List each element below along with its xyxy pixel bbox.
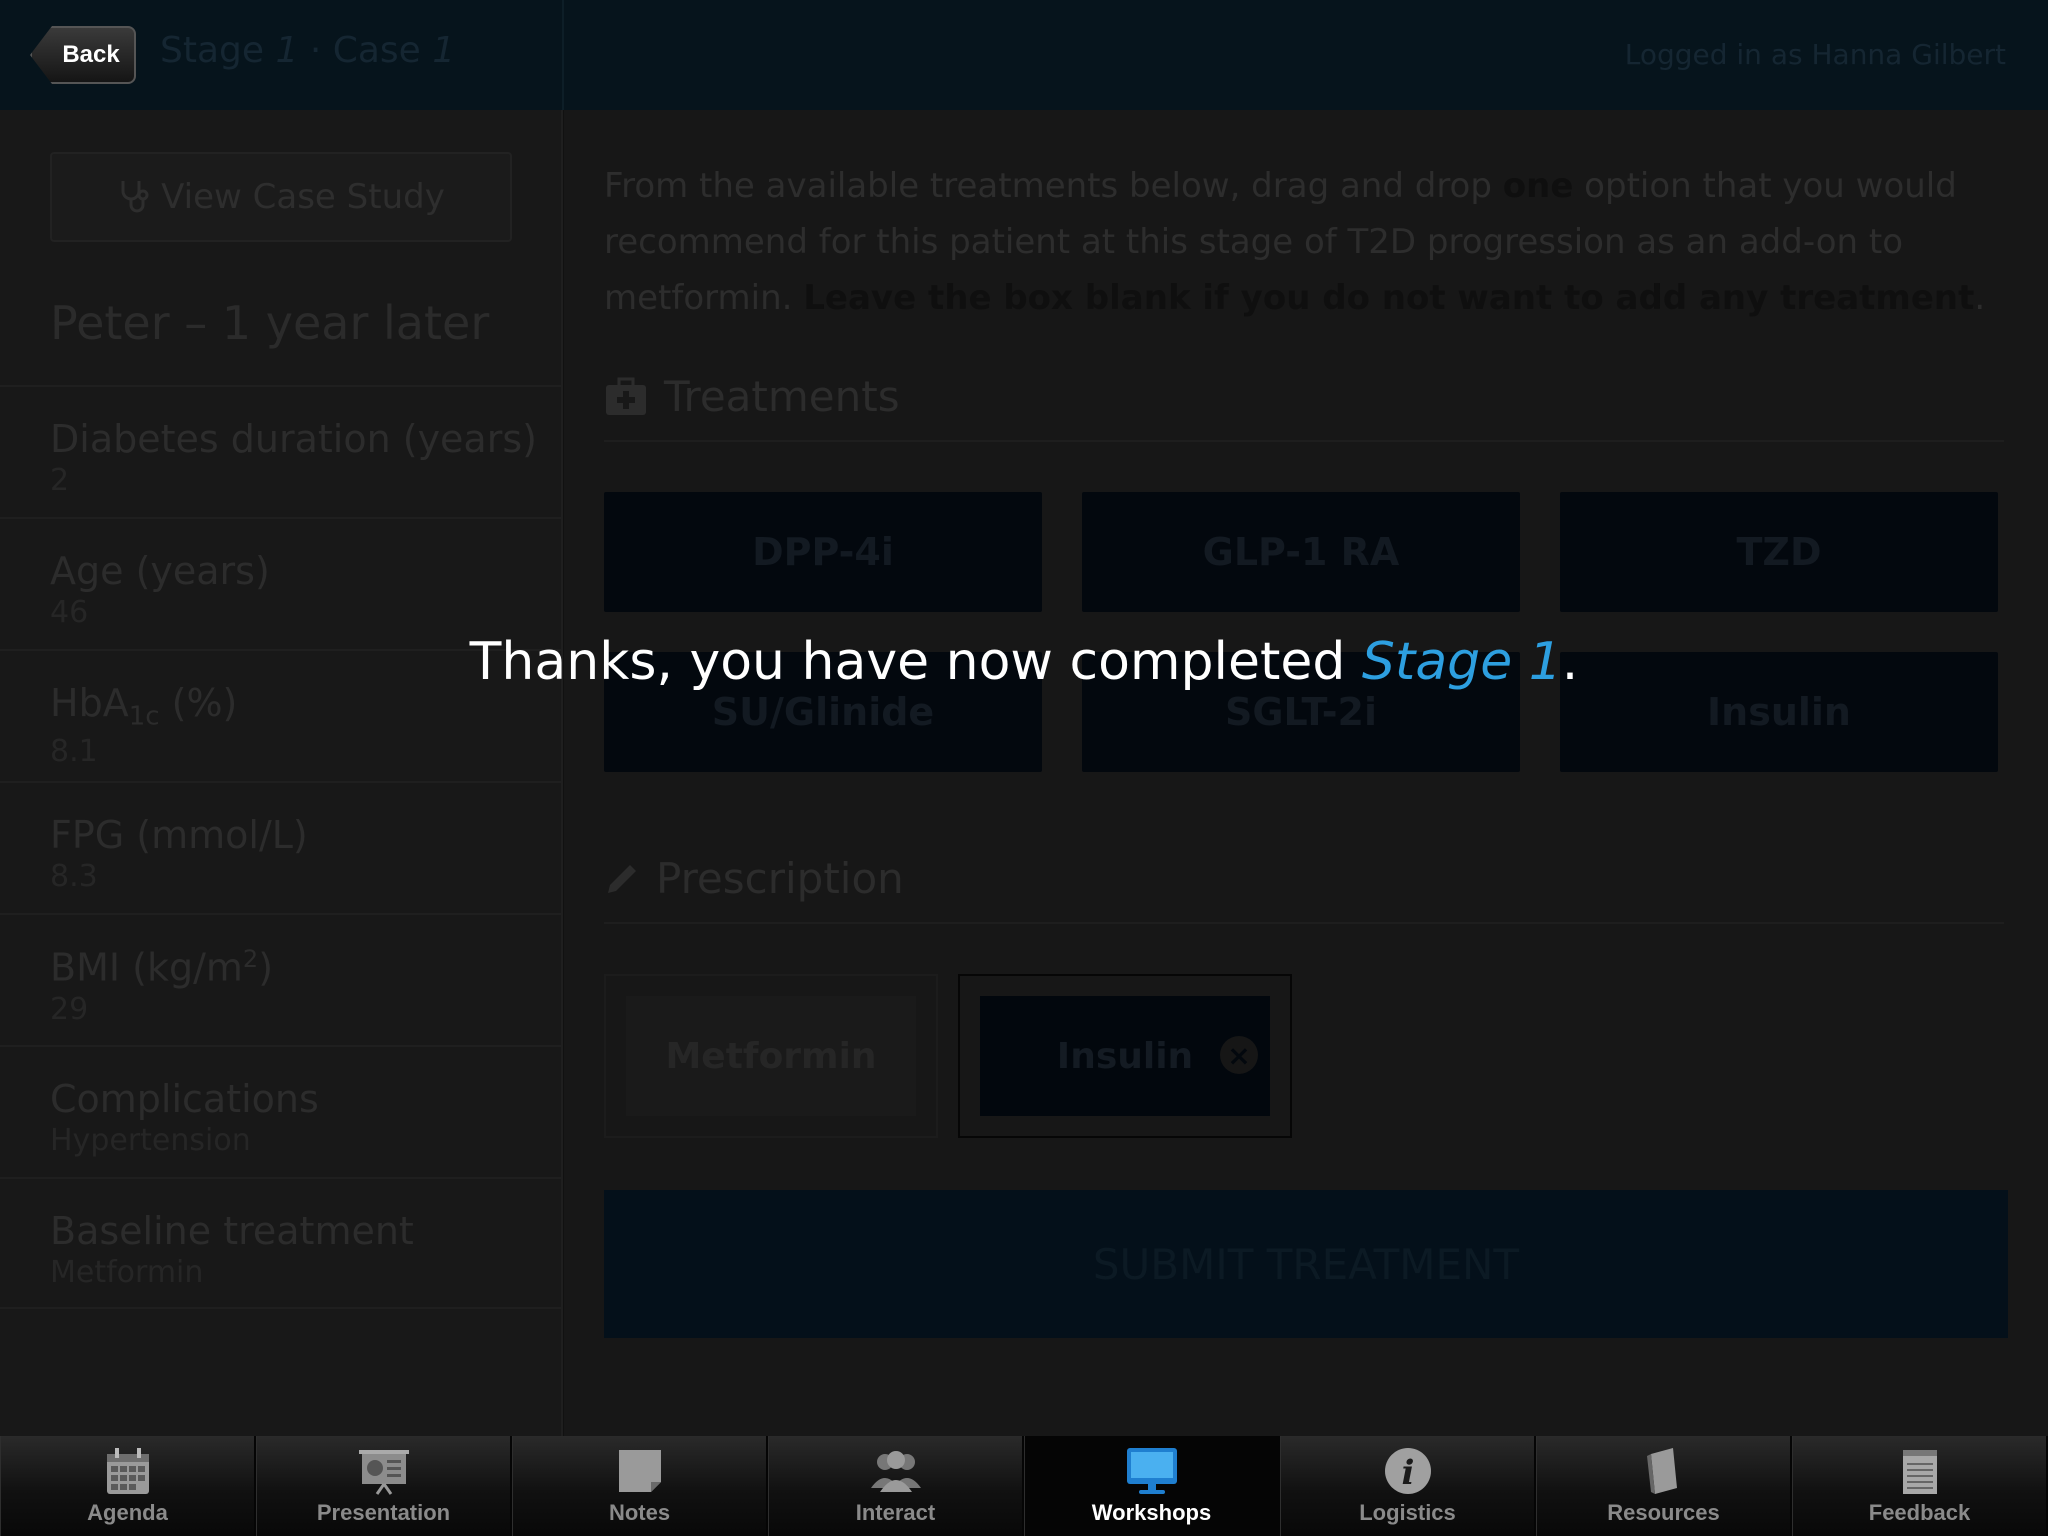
completion-message: Thanks, you have now completed Stage 1. — [0, 632, 2048, 692]
remove-icon[interactable]: × — [1220, 1036, 1258, 1074]
title-stage-number: 1 — [275, 30, 299, 71]
title-stage-word: Stage — [160, 30, 276, 71]
tab-label: Agenda — [87, 1500, 168, 1525]
prescribed-metformin: Metformin — [626, 996, 916, 1116]
bottom-tab-bar: Agenda Presentation Notes Interact Works… — [0, 1436, 2048, 1536]
instructions-text: From the available treatments below, dra… — [604, 158, 2024, 326]
instructions-part-1: From the available treatments below, dra… — [604, 166, 1503, 206]
calendar-icon — [106, 1448, 149, 1494]
detail-row-complications: Complications Hypertension — [0, 1045, 563, 1177]
tab-label: Feedback — [1868, 1500, 1971, 1525]
detail-label: Complications — [50, 1077, 319, 1121]
instructions-emphasis-one: one — [1502, 166, 1574, 206]
detail-label: FPG (mmol/L) — [50, 813, 308, 857]
tab-label: Presentation — [316, 1500, 451, 1525]
detail-value: 2 — [50, 463, 70, 498]
tab-feedback[interactable]: Feedback — [1792, 1436, 2048, 1536]
instructions-end: . — [1974, 278, 1986, 318]
treatments-divider — [604, 440, 2004, 442]
title-case-number: 1 — [432, 30, 456, 71]
prescription-drop-slot[interactable]: Insulin × — [958, 974, 1292, 1138]
treatments-heading: Treatments — [604, 372, 900, 421]
pencil-icon — [608, 864, 636, 893]
detail-label: Baseline treatment — [50, 1209, 414, 1253]
bmi-label-main: BMI (kg/m — [50, 945, 243, 990]
detail-row-age: Age (years) 46 — [0, 517, 563, 649]
detail-row-baseline-treatment: Baseline treatment Metformin — [0, 1177, 563, 1309]
view-case-study-button[interactable]: View Case Study — [50, 152, 512, 242]
stethoscope-icon — [121, 181, 149, 213]
detail-row-bmi: BMI (kg/m2) 29 — [0, 913, 563, 1045]
info-icon: i — [1384, 1448, 1431, 1494]
tab-label: Logistics — [1359, 1500, 1456, 1525]
notepad-icon — [1902, 1450, 1937, 1494]
patient-details-list: Diabetes duration (years) 2 Age (years) … — [0, 385, 563, 1309]
header-divider — [562, 0, 564, 110]
bmi-label-sup: 2 — [242, 945, 259, 973]
tab-label: Workshops — [1091, 1500, 1212, 1525]
tab-resources[interactable]: Resources — [1536, 1436, 1792, 1536]
tab-agenda[interactable]: Agenda — [0, 1436, 256, 1536]
bmi-label-tail: ) — [258, 945, 274, 990]
svg-text:i: i — [1401, 1453, 1414, 1493]
hba1c-label-sub: 1c — [128, 701, 160, 732]
title-separator: · Case — [298, 30, 433, 71]
completion-text: Thanks, you have now completed — [469, 632, 1362, 692]
tab-presentation[interactable]: Presentation — [256, 1436, 512, 1536]
tab-label: Notes — [608, 1500, 671, 1525]
detail-value: 8.1 — [50, 733, 98, 769]
tab-notes[interactable]: Notes — [512, 1436, 768, 1536]
detail-label: Age (years) — [50, 549, 270, 593]
medical-kit-icon — [606, 377, 646, 415]
prescribed-insulin-label: Insulin — [1056, 1035, 1194, 1077]
completion-period: . — [1561, 632, 1579, 692]
detail-label: Diabetes duration (years) — [50, 417, 537, 461]
people-icon — [870, 1451, 921, 1492]
tab-interact[interactable]: Interact — [768, 1436, 1024, 1536]
treatment-dpp4i[interactable]: DPP-4i — [604, 492, 1042, 612]
prescription-heading: Prescription — [604, 854, 904, 903]
patient-sidebar: View Case Study Peter – 1 year later Dia… — [0, 110, 563, 1436]
page-title: Stage 1 · Case 1 — [160, 30, 455, 71]
detail-value: 29 — [50, 991, 89, 1027]
detail-row-fpg: FPG (mmol/L) 8.3 — [0, 781, 563, 913]
submit-treatment-button[interactable]: SUBMIT TREATMENT — [604, 1190, 2008, 1338]
detail-label: BMI (kg/m2) — [50, 945, 563, 990]
completion-stage: Stage 1 — [1361, 632, 1562, 692]
top-bar: Back Stage 1 · Case 1 Logged in as Hanna… — [0, 0, 2048, 110]
prescribed-insulin[interactable]: Insulin × — [980, 996, 1270, 1116]
book-icon — [1646, 1448, 1677, 1494]
tab-label: Interact — [855, 1500, 936, 1525]
back-button[interactable]: Back — [30, 26, 136, 84]
back-button-label: Back — [62, 41, 120, 68]
tab-label: Resources — [1607, 1500, 1720, 1525]
prescription-slot-baseline: Metformin — [604, 974, 938, 1138]
prescription-divider — [604, 922, 2004, 924]
detail-value: 8.3 — [50, 859, 98, 894]
patient-heading: Peter – 1 year later — [50, 296, 490, 350]
tab-logistics[interactable]: i Logistics — [1280, 1436, 1536, 1536]
treatment-glp1ra[interactable]: GLP-1 RA — [1082, 492, 1520, 612]
treatment-tzd[interactable]: TZD — [1560, 492, 1998, 612]
treatments-title: Treatments — [664, 372, 900, 421]
detail-value: Hypertension — [50, 1123, 251, 1158]
view-case-study-label: View Case Study — [161, 177, 445, 217]
tab-workshops[interactable]: Workshops — [1024, 1436, 1280, 1536]
presentation-icon — [358, 1450, 409, 1495]
detail-value: 46 — [50, 595, 89, 630]
treatment-panel: From the available treatments below, dra… — [564, 110, 2048, 1436]
monitor-icon — [1126, 1448, 1177, 1494]
logged-in-user: Logged in as Hanna Gilbert — [1624, 38, 2006, 71]
detail-value: Metformin — [50, 1255, 204, 1290]
prescription-title: Prescription — [656, 854, 904, 903]
notes-icon — [618, 1450, 661, 1492]
detail-row-diabetes-duration: Diabetes duration (years) 2 — [0, 385, 563, 517]
instructions-emphasis-blank: Leave the box blank if you do not want t… — [803, 278, 1975, 318]
